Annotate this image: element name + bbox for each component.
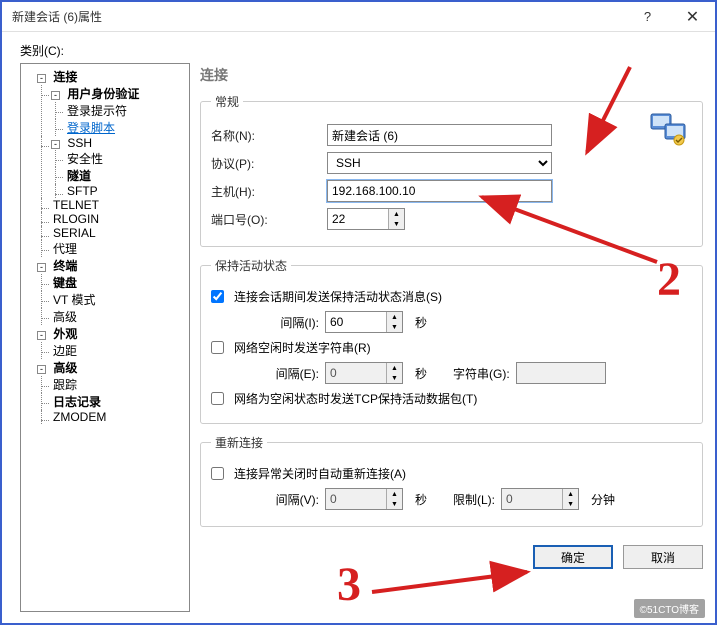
reconnect-legend: 重新连接 (211, 434, 267, 451)
ok-button[interactable]: 确定 (533, 545, 613, 569)
idle-string-checkbox[interactable] (211, 341, 224, 354)
titlebar: 新建会话 (6)属性 ? ✕ (2, 2, 715, 32)
spin-up-icon: ▲ (563, 489, 578, 499)
auto-reconnect-checkbox[interactable] (211, 467, 224, 480)
tree-toggle-icon[interactable]: - (51, 140, 60, 149)
tree-advanced2[interactable]: 高级 (51, 360, 79, 376)
minutes-label: 分钟 (591, 491, 615, 508)
spin-up-icon[interactable]: ▲ (387, 312, 402, 322)
tree-ssh[interactable]: SSH (65, 135, 94, 151)
interval-v-value (326, 489, 386, 509)
tree-toggle-icon[interactable]: - (37, 365, 46, 374)
tree-serial[interactable]: SERIAL (51, 225, 98, 241)
tree-logging[interactable]: 日志记录 (51, 394, 103, 410)
port-value[interactable] (328, 209, 388, 229)
seconds-label: 秒 (415, 314, 427, 331)
keepalive-legend: 保持活动状态 (211, 257, 291, 274)
protocol-label: 协议(P): (211, 155, 321, 172)
tree-keyboard[interactable]: 键盘 (51, 275, 79, 291)
interval-i-label: 间隔(I): (249, 314, 319, 331)
string-g-label: 字符串(G): (453, 365, 510, 382)
tree-toggle-icon[interactable]: - (37, 263, 46, 272)
limit-l-value (502, 489, 562, 509)
interval-e-spinner: ▲▼ (325, 362, 403, 384)
tree-connection[interactable]: 连接 (51, 69, 79, 85)
cancel-button[interactable]: 取消 (623, 545, 703, 569)
spin-down-icon: ▼ (387, 373, 402, 383)
tree-advanced1[interactable]: 高级 (51, 309, 79, 325)
reconnect-group: 重新连接 连接异常关闭时自动重新连接(A) 间隔(V): ▲▼ 秒 限制(L):… (200, 434, 703, 527)
spin-up-icon[interactable]: ▲ (389, 209, 404, 219)
port-spinner[interactable]: ▲▼ (327, 208, 405, 230)
general-legend: 常规 (211, 93, 243, 110)
port-label: 端口号(O): (211, 211, 321, 228)
tree-vtmode[interactable]: VT 模式 (51, 292, 97, 308)
button-row: 确定 取消 (200, 537, 703, 569)
watermark: ©51CTO博客 (634, 599, 705, 618)
interval-i-value[interactable] (326, 312, 386, 332)
section-title: 连接 (200, 63, 703, 93)
tree-loginprompt[interactable]: 登录提示符 (65, 103, 129, 119)
tree-terminal[interactable]: 终端 (51, 258, 79, 274)
tree-userauth[interactable]: 用户身份验证 (65, 86, 141, 102)
seconds-label2: 秒 (415, 365, 427, 382)
host-input[interactable] (327, 180, 552, 202)
tree-security[interactable]: 安全性 (65, 151, 105, 167)
string-g-input (516, 362, 606, 384)
protocol-select[interactable]: SSH (327, 152, 552, 174)
name-label: 名称(N): (211, 127, 321, 144)
tcp-keepalive-label[interactable]: 网络为空闲状态时发送TCP保持活动数据包(T) (234, 390, 477, 407)
general-group: 常规 名称(N): 协议(P): SSH 主机(H): 端口号(O): ▲▼ (200, 93, 703, 247)
interval-e-label: 间隔(E): (249, 365, 319, 382)
tree-loginscript[interactable]: 登录脚本 (65, 120, 117, 136)
category-label: 类别(C): (2, 32, 715, 63)
window-title: 新建会话 (6)属性 (12, 8, 625, 25)
tree-appearance[interactable]: 外观 (51, 326, 79, 342)
send-keepalive-label[interactable]: 连接会话期间发送保持活动状态消息(S) (234, 288, 442, 305)
keepalive-group: 保持活动状态 连接会话期间发送保持活动状态消息(S) 间隔(I): ▲▼ 秒 网… (200, 257, 703, 424)
tree-margin[interactable]: 边距 (51, 343, 79, 359)
spin-down-icon: ▼ (563, 499, 578, 509)
tree-toggle-icon[interactable]: - (51, 91, 60, 100)
interval-v-label: 间隔(V): (249, 491, 319, 508)
tcp-keepalive-checkbox[interactable] (211, 392, 224, 405)
tree-tunnel[interactable]: 隧道 (65, 168, 93, 184)
tree-zmodem[interactable]: ZMODEM (51, 409, 108, 425)
help-button[interactable]: ? (625, 2, 670, 32)
close-button[interactable]: ✕ (670, 2, 715, 32)
tree-toggle-icon[interactable]: - (37, 74, 46, 83)
spin-down-icon[interactable]: ▼ (389, 219, 404, 229)
connection-icon (649, 112, 689, 151)
idle-string-label[interactable]: 网络空闲时发送字符串(R) (234, 339, 371, 356)
interval-v-spinner: ▲▼ (325, 488, 403, 510)
spin-up-icon: ▲ (387, 489, 402, 499)
interval-e-value (326, 363, 386, 383)
name-input[interactable] (327, 124, 552, 146)
spin-down-icon: ▼ (387, 499, 402, 509)
send-keepalive-checkbox[interactable] (211, 290, 224, 303)
limit-l-label: 限制(L): (453, 491, 495, 508)
auto-reconnect-label[interactable]: 连接异常关闭时自动重新连接(A) (234, 465, 406, 482)
interval-i-spinner[interactable]: ▲▼ (325, 311, 403, 333)
limit-l-spinner: ▲▼ (501, 488, 579, 510)
tree-proxy[interactable]: 代理 (51, 241, 79, 257)
category-tree[interactable]: - 连接 - 用户身份验证 登录提示符 登录脚本 - (20, 63, 190, 612)
seconds-label3: 秒 (415, 491, 427, 508)
tree-trace[interactable]: 跟踪 (51, 377, 79, 393)
spin-down-icon[interactable]: ▼ (387, 322, 402, 332)
host-label: 主机(H): (211, 183, 321, 200)
spin-up-icon: ▲ (387, 363, 402, 373)
tree-toggle-icon[interactable]: - (37, 331, 46, 340)
